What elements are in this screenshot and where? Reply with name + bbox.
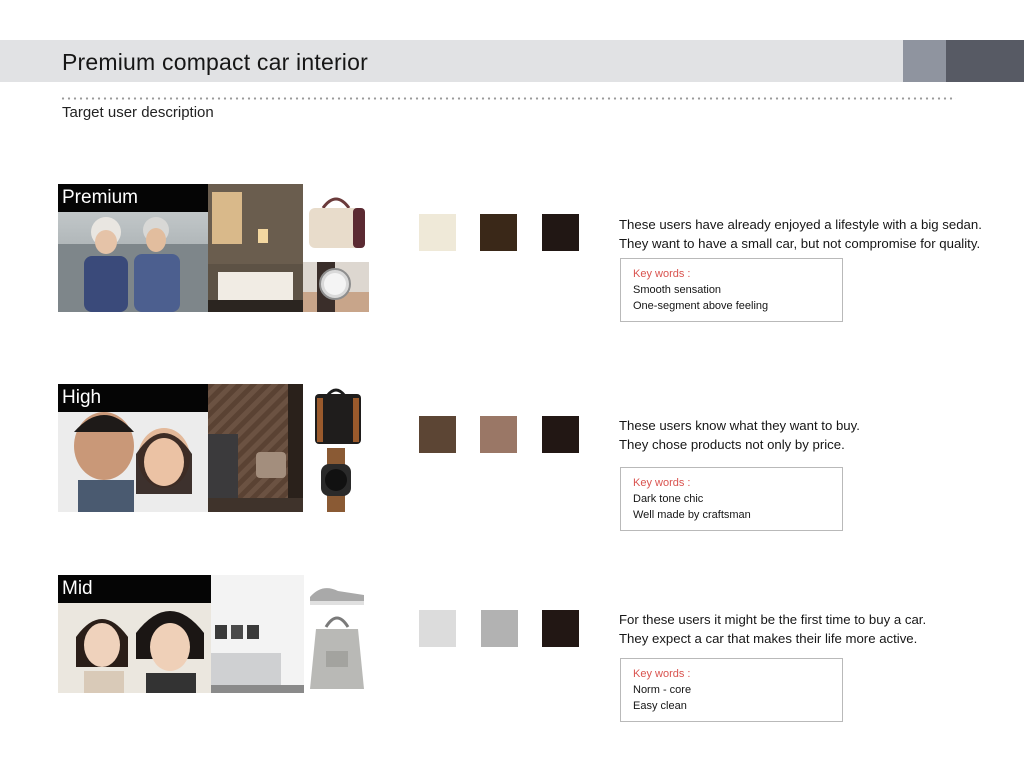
premium-swatch-3 — [542, 214, 579, 251]
high-keyword-2: Well made by craftsman — [633, 509, 751, 521]
high-keywords-box: Key words : Dark tone chic Well made by … — [620, 467, 843, 531]
keywords-label: Key words : — [633, 268, 691, 280]
mid-swatch-3 — [542, 610, 579, 647]
premium-swatch-2 — [480, 214, 517, 251]
premium-bag-photo — [303, 184, 369, 262]
segment-premium: Premium These users have already enjoyed — [0, 184, 1024, 334]
premium-watch-photo — [303, 262, 369, 312]
premium-keyword-2: One-segment above feeling — [633, 300, 769, 312]
mid-keyword-1: Norm - core — [633, 684, 692, 696]
mid-keyword-2: Easy clean — [633, 700, 687, 712]
high-description-line-2: They chose products not only by price. — [619, 437, 845, 452]
mid-description: For these users it might be the first ti… — [619, 610, 926, 648]
mid-tote-photo — [304, 607, 370, 693]
premium-description: These users have already enjoyed a lifes… — [619, 215, 982, 253]
high-swatch-2 — [480, 416, 517, 453]
dotted-divider — [60, 97, 956, 100]
tier-label-mid: Mid — [58, 575, 211, 603]
segment-mid: Mid For these users it might be the firs… — [0, 575, 1024, 725]
mid-keywords-box: Key words : Norm - core Easy clean — [620, 658, 843, 722]
high-swatch-1 — [419, 416, 456, 453]
premium-description-line-2: They want to have a small car, but not c… — [619, 236, 981, 251]
premium-swatch-1 — [419, 214, 456, 251]
high-swatch-3 — [542, 416, 579, 453]
premium-room-photo — [208, 184, 303, 312]
mid-room-photo — [211, 575, 304, 693]
mid-description-line-1: For these users it might be the first ti… — [619, 612, 927, 627]
high-keyword-1: Dark tone chic — [633, 493, 704, 505]
tier-label-premium: Premium — [58, 184, 208, 212]
mid-swatch-2 — [481, 610, 518, 647]
premium-description-line-1: These users have already enjoyed a lifes… — [619, 217, 982, 232]
segment-high: High These users know what they want to … — [0, 384, 1024, 534]
premium-keyword-1: Smooth sensation — [633, 284, 722, 296]
high-watch-photo — [303, 448, 369, 512]
high-description-line-1: These users know what they want to buy. — [619, 418, 860, 433]
mid-description-line-2: They expect a car that makes their life … — [619, 631, 918, 646]
section-subtitle: Target user description — [62, 104, 214, 121]
page-title: Premium compact car interior — [62, 49, 368, 75]
high-room-photo — [208, 384, 303, 512]
mid-sneakers-photo — [304, 575, 370, 607]
mid-swatch-1 — [419, 610, 456, 647]
high-bag-photo — [303, 384, 369, 448]
keywords-label: Key words : — [633, 668, 691, 680]
keywords-label: Key words : — [633, 477, 691, 489]
header-accent-dark — [946, 40, 1024, 82]
premium-keywords-box: Key words : Smooth sensation One-segment… — [620, 258, 843, 322]
tier-label-high: High — [58, 384, 208, 412]
high-description: These users know what they want to buy. … — [619, 416, 860, 454]
header-accent-light — [903, 40, 946, 82]
